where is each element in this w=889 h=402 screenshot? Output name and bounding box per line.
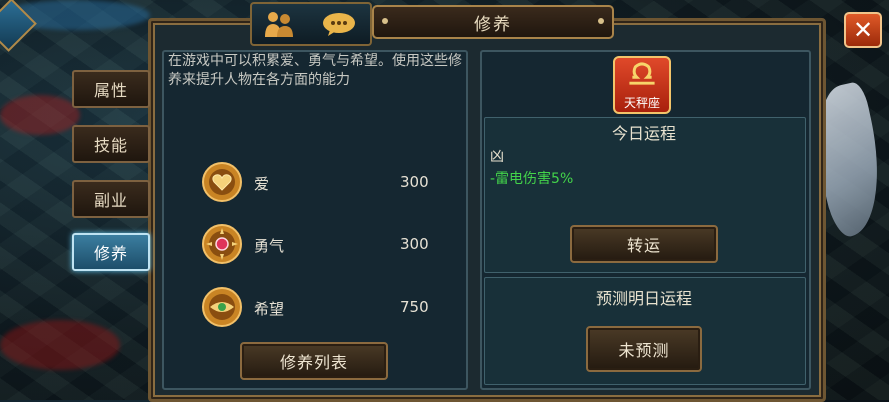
title-dot-ornament	[598, 18, 604, 24]
tab-attributes[interactable]: 属性	[72, 70, 150, 108]
background-red-glow	[0, 95, 80, 135]
eye-medal-icon	[202, 287, 242, 327]
stat-row-hope: 希望 750	[200, 285, 450, 329]
zodiac-badge[interactable]: 天秤座	[613, 56, 671, 114]
close-button[interactable]: ✕	[844, 12, 882, 48]
stat-name: 希望	[254, 300, 285, 318]
stat-row-love: 爱 300	[200, 160, 450, 204]
heart-medal-icon	[202, 162, 242, 202]
zodiac-label: 天秤座	[623, 96, 660, 110]
window-title-bar: 修养	[372, 5, 614, 39]
stat-name: 勇气	[254, 237, 285, 255]
stat-name: 爱	[254, 175, 270, 193]
fortune-effect: -雷电伤害5%	[490, 171, 574, 187]
people-icon[interactable]	[262, 10, 296, 38]
change-fortune-button[interactable]: 转运	[570, 225, 718, 263]
gem-medal-icon	[202, 224, 242, 264]
stat-row-courage: 勇气 300	[200, 222, 450, 266]
stat-value: 300	[400, 173, 429, 191]
top-icon-bar	[250, 2, 372, 46]
close-icon: ✕	[852, 16, 874, 44]
not-predicted-button[interactable]: 未预测	[586, 326, 702, 372]
chat-icon[interactable]	[322, 12, 356, 36]
cultivation-list-button[interactable]: 修养列表	[240, 342, 388, 380]
tab-skills[interactable]: 技能	[72, 125, 150, 163]
libra-icon	[629, 62, 655, 85]
predict-fortune-title: 预测明日运程	[595, 289, 692, 308]
tab-side-jobs[interactable]: 副业	[72, 180, 150, 218]
today-fortune-title: 今日运程	[611, 124, 676, 143]
cultivation-description: 在游戏中可以积累爱、勇气与希望。使用这些修养来提升人物在各方面的能力	[168, 53, 462, 88]
tab-cultivation[interactable]: 修养	[72, 233, 150, 271]
stat-value: 750	[400, 298, 429, 316]
window-title: 修养	[474, 14, 512, 35]
fortune-level: 凶	[490, 149, 504, 165]
stat-value: 300	[400, 235, 429, 253]
title-dot-ornament	[382, 18, 388, 24]
cultivation-stats-panel	[162, 50, 468, 390]
background-red-glow	[0, 320, 120, 370]
